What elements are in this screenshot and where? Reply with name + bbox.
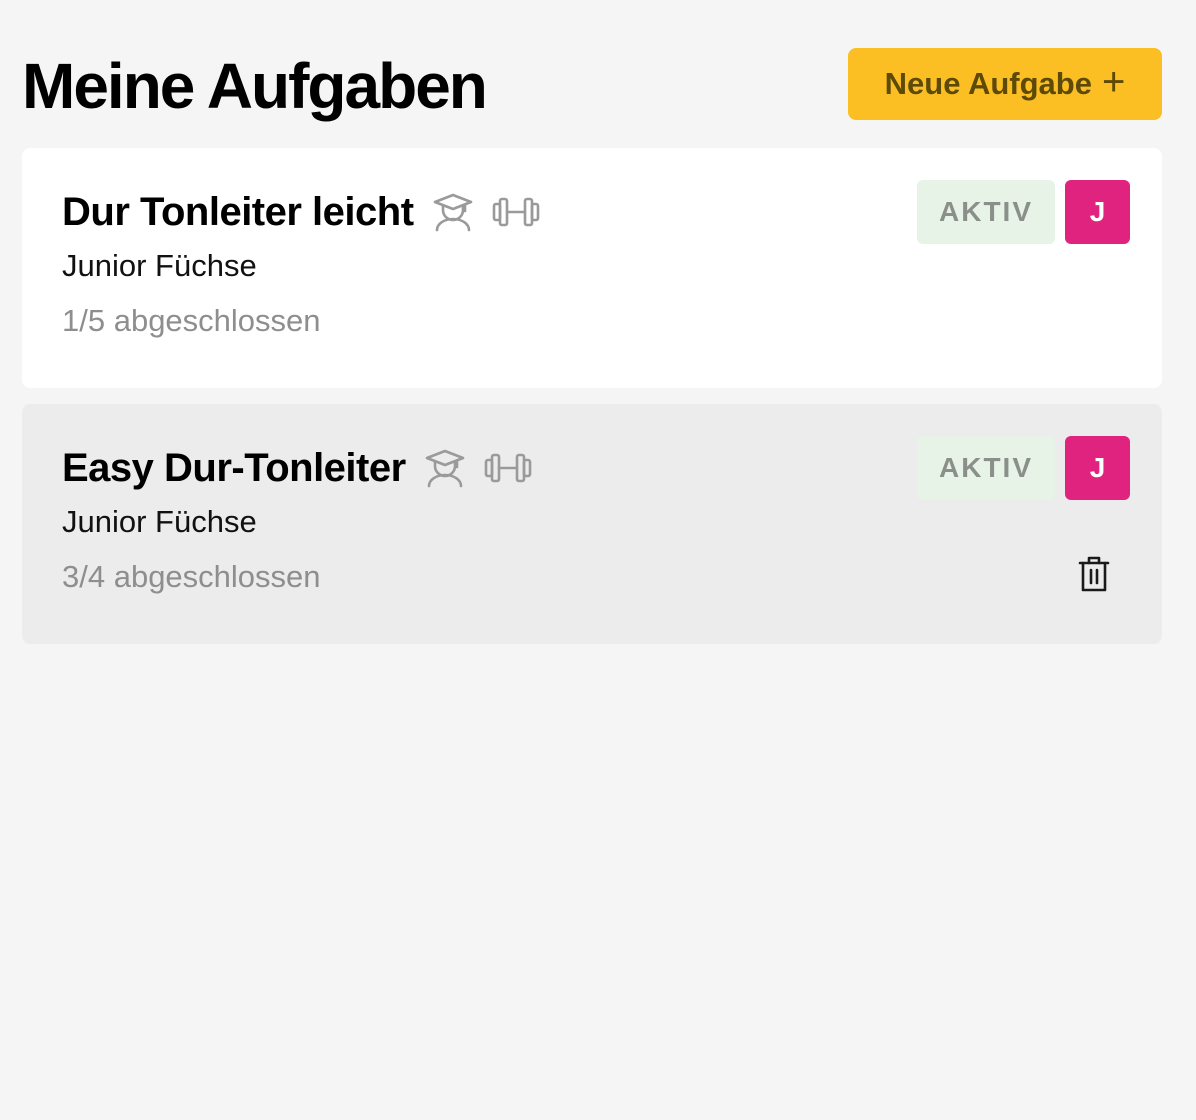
- page-title: Meine Aufgaben: [22, 50, 488, 122]
- avatar[interactable]: J: [1065, 180, 1130, 244]
- plus-icon: +: [1101, 60, 1126, 104]
- task-title: Easy Dur-Tonleiter: [62, 445, 406, 490]
- trash-icon: [1077, 555, 1111, 598]
- task-title: Dur Tonleiter leicht: [62, 189, 414, 234]
- task-team: Junior Füchse: [62, 504, 257, 539]
- new-task-button[interactable]: Neue Aufgabe +: [848, 48, 1162, 120]
- task-card[interactable]: Dur Tonleiter leicht Junior Füchse 1/5 a…: [22, 148, 1162, 388]
- student-icon: [424, 448, 466, 488]
- task-team: Junior Füchse: [62, 248, 257, 283]
- new-task-button-label: Neue Aufgabe: [884, 66, 1092, 101]
- task-card[interactable]: Easy Dur-Tonleiter Junior Füchse 3/4 abg…: [22, 404, 1162, 644]
- task-title-row: Easy Dur-Tonleiter: [62, 442, 550, 494]
- status-badge: AKTIV: [917, 436, 1055, 500]
- dumbbell-icon: [484, 451, 532, 485]
- dumbbell-icon: [492, 195, 540, 229]
- status-badge: AKTIV: [917, 180, 1055, 244]
- task-progress: 1/5 abgeschlossen: [62, 303, 321, 338]
- task-progress: 3/4 abgeschlossen: [62, 559, 321, 594]
- delete-button[interactable]: [1074, 554, 1114, 598]
- avatar[interactable]: J: [1065, 436, 1130, 500]
- student-icon: [432, 192, 474, 232]
- task-title-row: Dur Tonleiter leicht: [62, 186, 558, 238]
- page-header: Meine Aufgaben Neue Aufgabe +: [22, 48, 1162, 122]
